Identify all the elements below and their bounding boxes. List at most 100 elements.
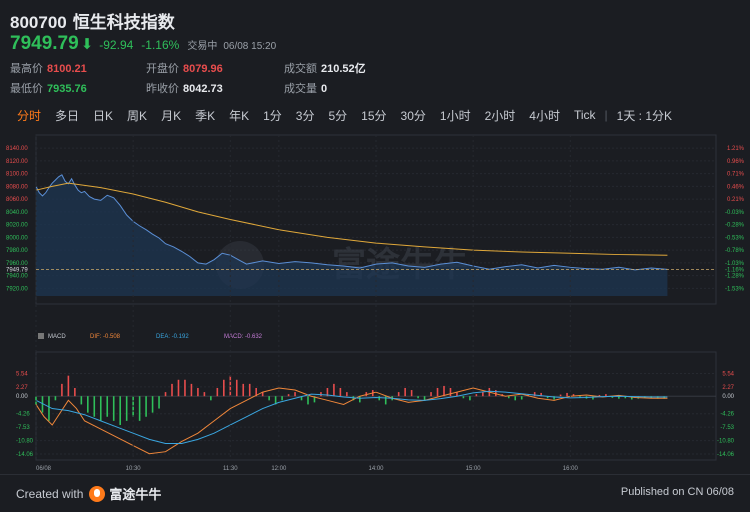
- time-tick-label: 10:30: [126, 466, 142, 472]
- quote-header: 800700 恒生科技指数 7949.79 ⬇ -92.94 -1.16% 交易中…: [0, 0, 750, 100]
- time-tick-label: 15:00: [466, 466, 482, 472]
- macd-bar: [404, 387, 406, 397]
- period-tabs: 分时 多日 日K 周K 月K 季K 年K 1分 3分 5分 15分 30分 1小时 2小时 4小时 Tick |…: [10, 104, 679, 126]
- macd-bar: [125, 396, 128, 421]
- macd-bar: [80, 396, 83, 405]
- pct-tick-label: -0.28%: [725, 223, 745, 229]
- macd-bar: [184, 379, 186, 397]
- tab-14[interactable]: 4小时: [522, 107, 567, 124]
- pct-tick-label: -1.16%: [725, 267, 745, 273]
- tab-1[interactable]: 多日: [48, 107, 86, 124]
- macd-bar: [197, 387, 199, 397]
- low-label: 最低价: [10, 83, 43, 95]
- tab-10[interactable]: 15分: [354, 107, 393, 124]
- macd-tick-label-left: -14.06: [16, 452, 34, 458]
- macd-bar: [397, 392, 400, 397]
- macd-legend-name: MACD: [48, 334, 66, 340]
- price-tick-label: 7920.00: [6, 286, 28, 292]
- tab-separator: |: [604, 108, 608, 122]
- tab-12[interactable]: 1小时: [433, 107, 478, 124]
- tab-4[interactable]: 月K: [154, 107, 188, 124]
- macd-bar: [294, 392, 296, 397]
- price-change: -92.94: [99, 38, 134, 52]
- tab-7[interactable]: 1分: [256, 107, 289, 124]
- macd-bar: [216, 387, 219, 397]
- pct-tick-label: 0.96%: [727, 159, 745, 165]
- macd-bar: [203, 392, 206, 397]
- price-change-pct: -1.16%: [141, 38, 180, 52]
- macd-bar: [145, 396, 147, 417]
- index-code: 800700: [10, 13, 67, 32]
- macd-bar: [339, 387, 342, 397]
- tab-0[interactable]: 分时: [10, 107, 48, 124]
- macd-bar: [475, 394, 478, 397]
- low-value: 7935.76: [47, 83, 87, 95]
- macd-bar: [171, 383, 173, 397]
- tab-6[interactable]: 年K: [222, 107, 256, 124]
- macd-bar: [112, 396, 115, 421]
- macd-bar: [378, 396, 381, 401]
- macd-tick-label-left: 2.27: [16, 385, 28, 391]
- macd-tick-label-left: -7.53: [16, 425, 30, 431]
- macd-bar: [164, 392, 167, 397]
- macd-bar: [566, 392, 568, 397]
- macd-bar: [507, 396, 510, 399]
- turnover-value: 210.52亿: [321, 63, 366, 75]
- footer: Created with 富途牛牛 Published on CN 06/08: [0, 474, 750, 512]
- pct-tick-label: 1.21%: [727, 146, 745, 152]
- tab-13[interactable]: 2小时: [478, 107, 523, 124]
- macd-tick-label-right: 0.00: [722, 394, 734, 400]
- macd-bar: [87, 396, 89, 413]
- macd-bar: [520, 396, 523, 400]
- tab-8[interactable]: 3分: [289, 107, 322, 124]
- macd-bar: [177, 379, 180, 397]
- macd-bar: [605, 394, 607, 397]
- macd-bar: [307, 396, 309, 405]
- tab-15[interactable]: Tick: [567, 108, 603, 122]
- macd-bar: [514, 396, 517, 401]
- pct-tick-label: -1.53%: [725, 286, 745, 292]
- macd-bar: [93, 396, 96, 417]
- macd-bar: [54, 396, 57, 401]
- price-tick-label: 8040.00: [6, 210, 28, 216]
- macd-bar: [281, 396, 283, 401]
- macd-tick-label-right: 5.54: [722, 371, 734, 377]
- macd-tick-label-left: -10.80: [16, 439, 34, 445]
- futu-logo-icon: [89, 485, 106, 502]
- tab-interval-select[interactable]: 1天 : 1分K: [610, 107, 679, 124]
- price-tick-label: 7949.79: [6, 267, 28, 273]
- tab-11[interactable]: 30分: [394, 107, 433, 124]
- tab-5[interactable]: 季K: [188, 107, 222, 124]
- time-tick-label: 12:00: [271, 466, 287, 472]
- index-title: 800700 恒生科技指数: [10, 8, 181, 33]
- macd-bar: [436, 387, 439, 397]
- tab-9[interactable]: 5分: [321, 107, 354, 124]
- open-label: 开盘价: [146, 63, 179, 75]
- pct-tick-label: 0.21%: [727, 197, 745, 203]
- volume-label: 成交量: [284, 83, 317, 95]
- price-tick-label: 8020.00: [6, 223, 28, 229]
- macd-bar: [287, 394, 290, 397]
- macd-bar: [119, 396, 121, 425]
- price-tick-label: 8000.00: [6, 235, 28, 241]
- pct-tick-label: -0.78%: [725, 248, 745, 254]
- macd-bar: [268, 396, 270, 401]
- macd-bar: [410, 390, 413, 397]
- tab-2[interactable]: 日K: [86, 107, 120, 124]
- macd-tick-label-left: -4.26: [16, 412, 30, 418]
- macd-bar: [598, 394, 601, 397]
- pct-tick-label: 0.46%: [727, 184, 745, 190]
- macd-tick-label-right: -14.06: [717, 452, 735, 458]
- macd-legend-icon: [38, 333, 44, 339]
- macd-bar: [462, 396, 465, 399]
- time-tick-label: 06/08: [36, 466, 52, 472]
- created-with-label: Created with: [16, 486, 84, 501]
- macd-bar: [469, 396, 471, 401]
- prev-close-label: 昨收价: [146, 83, 179, 95]
- macd-bar: [235, 379, 238, 397]
- price-tick-label: 7980.00: [6, 248, 28, 254]
- macd-bar: [99, 396, 102, 421]
- macd-bar: [61, 383, 63, 397]
- tab-3[interactable]: 周K: [120, 107, 154, 124]
- macd-bar: [559, 394, 562, 397]
